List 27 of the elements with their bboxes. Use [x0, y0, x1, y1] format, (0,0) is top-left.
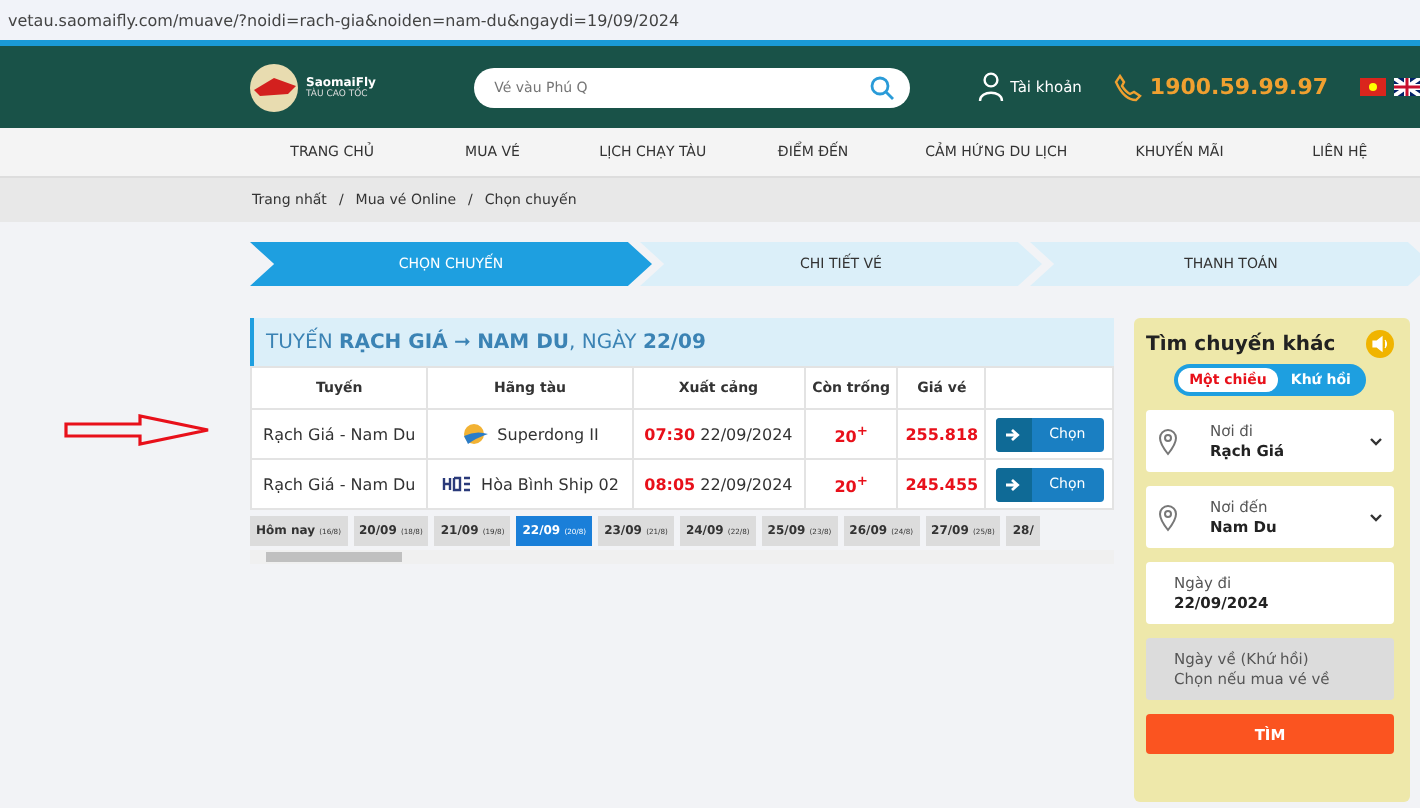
user-icon — [978, 72, 1005, 102]
search-icon — [870, 75, 895, 99]
seats-cell: 20$^{+}$ — [804, 459, 898, 509]
chevron-down-icon — [1370, 437, 1382, 445]
arrow-right-icon — [1006, 427, 1021, 441]
location-pin-icon — [1158, 503, 1178, 531]
carrier-name: Hòa Bình Ship 02 — [481, 475, 619, 493]
departure-cell: 07:30 22/09/2024 — [632, 409, 805, 459]
logo-icon — [248, 61, 300, 113]
route-title: TUYẾN RẠCH GIÁ ➞ NAM DU, NGÀY 22/09 — [250, 318, 1114, 366]
carrier-logo-icon — [461, 422, 490, 446]
location-pin-icon — [1158, 427, 1178, 455]
carrier-logo-icon — [441, 476, 474, 492]
price-cell: 245.455 — [897, 459, 986, 509]
phone-icon — [1113, 73, 1142, 101]
flag-icon[interactable] — [1394, 78, 1420, 96]
price-cell: 255.818 — [897, 409, 986, 459]
carrier-name: Superdong II — [497, 425, 599, 443]
departure-cell: 08:05 22/09/2024 — [632, 459, 805, 509]
hotline-number[interactable]: 1900.59.99.97 — [1149, 74, 1328, 100]
panel-title: Tìm chuyến khác — [1146, 333, 1336, 355]
arrow-right-icon — [1006, 477, 1021, 491]
chevron-down-icon — [1370, 513, 1382, 521]
table-cell: Rạch Giá - Nam Du — [251, 459, 428, 509]
seats-cell: 20$^{+}$ — [804, 409, 898, 459]
table-cell: Rạch Giá - Nam Du — [251, 409, 428, 459]
horizontal-scrollbar[interactable] — [250, 550, 1114, 564]
